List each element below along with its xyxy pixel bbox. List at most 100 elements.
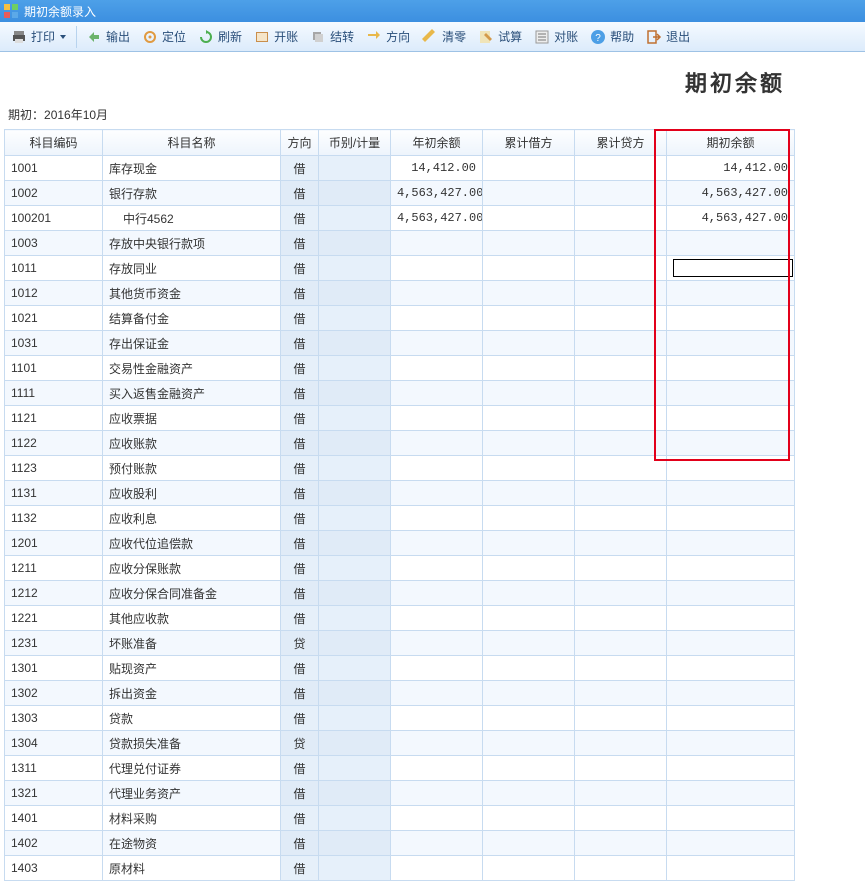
cell-code[interactable]: 1101: [5, 356, 103, 381]
cell-dir[interactable]: 借: [281, 781, 319, 806]
cell-cumdr[interactable]: [483, 456, 575, 481]
cell-cumdr[interactable]: [483, 231, 575, 256]
cell-cumdr[interactable]: [483, 281, 575, 306]
cell-init[interactable]: [667, 306, 795, 331]
cell-begin[interactable]: [391, 281, 483, 306]
cell-curr[interactable]: [319, 781, 391, 806]
cell-curr[interactable]: [319, 481, 391, 506]
cell-cumcr[interactable]: [575, 706, 667, 731]
cell-code[interactable]: 1002: [5, 181, 103, 206]
cell-code[interactable]: 1304: [5, 731, 103, 756]
cell-cumdr[interactable]: [483, 306, 575, 331]
cell-init[interactable]: [667, 706, 795, 731]
cell-begin[interactable]: [391, 731, 483, 756]
cell-begin[interactable]: 14,412.00: [391, 156, 483, 181]
cell-init[interactable]: [667, 656, 795, 681]
cell-dir[interactable]: 借: [281, 531, 319, 556]
cell-dir[interactable]: 借: [281, 156, 319, 181]
table-row[interactable]: 1132应收利息借: [5, 506, 795, 531]
cell-begin[interactable]: [391, 381, 483, 406]
cell-init[interactable]: 14,412.00: [667, 156, 795, 181]
trial-button[interactable]: 试算: [473, 25, 527, 49]
cell-dir[interactable]: 借: [281, 506, 319, 531]
cell-name[interactable]: 其他应收款: [103, 606, 281, 631]
cell-cumdr[interactable]: [483, 406, 575, 431]
cell-begin[interactable]: [391, 831, 483, 856]
cell-cumdr[interactable]: [483, 756, 575, 781]
cell-cumdr[interactable]: [483, 631, 575, 656]
cell-begin[interactable]: [391, 631, 483, 656]
table-row[interactable]: 1131应收股利借: [5, 481, 795, 506]
cell-cumcr[interactable]: [575, 806, 667, 831]
cell-dir[interactable]: 借: [281, 856, 319, 881]
cell-curr[interactable]: [319, 556, 391, 581]
cell-name[interactable]: 中行4562: [103, 206, 281, 231]
cell-curr[interactable]: [319, 506, 391, 531]
carryforward-button[interactable]: 结转: [305, 25, 359, 49]
cell-begin[interactable]: [391, 406, 483, 431]
cell-dir[interactable]: 借: [281, 556, 319, 581]
cell-cumcr[interactable]: [575, 606, 667, 631]
cell-cumcr[interactable]: [575, 456, 667, 481]
cell-cumcr[interactable]: [575, 781, 667, 806]
locate-button[interactable]: 定位: [137, 25, 191, 49]
col-dir[interactable]: 方向: [281, 130, 319, 156]
table-row[interactable]: 1031存出保证金借: [5, 331, 795, 356]
cell-name[interactable]: 贴现资产: [103, 656, 281, 681]
cell-begin[interactable]: [391, 256, 483, 281]
cell-init[interactable]: [667, 456, 795, 481]
cell-cumcr[interactable]: [575, 556, 667, 581]
cell-init[interactable]: [667, 581, 795, 606]
cell-dir[interactable]: 借: [281, 606, 319, 631]
cell-begin[interactable]: [391, 606, 483, 631]
cell-init[interactable]: 4,563,427.00: [667, 206, 795, 231]
cell-cumcr[interactable]: [575, 856, 667, 881]
cell-init[interactable]: [667, 606, 795, 631]
col-code[interactable]: 科目编码: [5, 130, 103, 156]
cell-cumdr[interactable]: [483, 181, 575, 206]
cell-name[interactable]: 结算备付金: [103, 306, 281, 331]
col-cumdr[interactable]: 累计借方: [483, 130, 575, 156]
cell-cumdr[interactable]: [483, 356, 575, 381]
cell-code[interactable]: 1111: [5, 381, 103, 406]
refresh-button[interactable]: 刷新: [193, 25, 247, 49]
cell-curr[interactable]: [319, 856, 391, 881]
table-row[interactable]: 1303贷款借: [5, 706, 795, 731]
table-row[interactable]: 1401材料采购借: [5, 806, 795, 831]
cell-cumcr[interactable]: [575, 356, 667, 381]
cell-begin[interactable]: [391, 506, 483, 531]
cell-init[interactable]: [667, 381, 795, 406]
cell-code[interactable]: 1201: [5, 531, 103, 556]
cell-curr[interactable]: [319, 356, 391, 381]
cell-dir[interactable]: 借: [281, 456, 319, 481]
cell-begin[interactable]: [391, 856, 483, 881]
table-row[interactable]: 1211应收分保账款借: [5, 556, 795, 581]
table-row[interactable]: 1403原材料借: [5, 856, 795, 881]
cell-cumdr[interactable]: [483, 206, 575, 231]
opening-balance-grid[interactable]: 科目编码 科目名称 方向 币别/计量 年初余额 累计借方 累计贷方 期初余额 1…: [4, 129, 795, 881]
cell-name[interactable]: 应收利息: [103, 506, 281, 531]
cell-code[interactable]: 1302: [5, 681, 103, 706]
cell-dir[interactable]: 借: [281, 581, 319, 606]
cell-init[interactable]: [667, 831, 795, 856]
cell-code[interactable]: 1231: [5, 631, 103, 656]
direction-button[interactable]: 方向: [361, 25, 415, 49]
cell-curr[interactable]: [319, 706, 391, 731]
cell-begin[interactable]: [391, 581, 483, 606]
cell-cumcr[interactable]: [575, 506, 667, 531]
cell-cumdr[interactable]: [483, 681, 575, 706]
cell-name[interactable]: 银行存款: [103, 181, 281, 206]
cell-curr[interactable]: [319, 456, 391, 481]
cell-cumdr[interactable]: [483, 381, 575, 406]
cell-code[interactable]: 1402: [5, 831, 103, 856]
cell-dir[interactable]: 借: [281, 231, 319, 256]
table-row[interactable]: 1003存放中央银行款项借: [5, 231, 795, 256]
col-init[interactable]: 期初余额: [667, 130, 795, 156]
cell-curr[interactable]: [319, 156, 391, 181]
cell-name[interactable]: 交易性金融资产: [103, 356, 281, 381]
cell-dir[interactable]: 借: [281, 706, 319, 731]
cell-cumdr[interactable]: [483, 731, 575, 756]
cell-curr[interactable]: [319, 656, 391, 681]
cell-cumcr[interactable]: [575, 431, 667, 456]
cell-begin[interactable]: [391, 656, 483, 681]
